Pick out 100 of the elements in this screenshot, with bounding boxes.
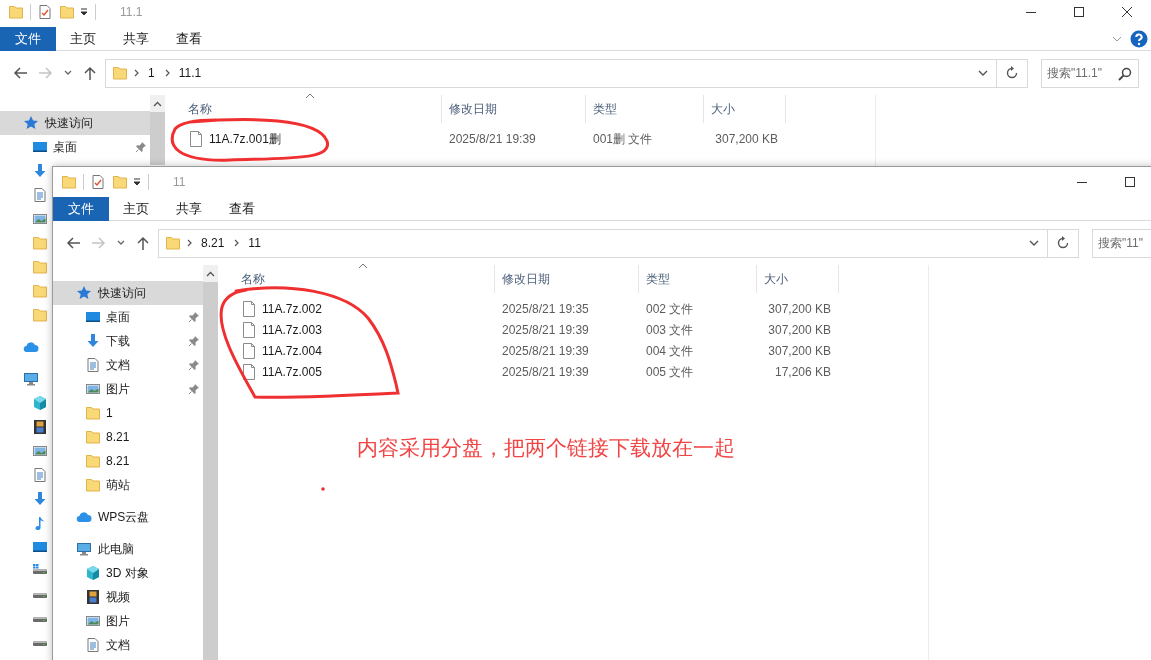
- sidebar-item[interactable]: 萌站: [53, 473, 130, 497]
- file-name[interactable]: 11A.7z.002: [262, 299, 322, 318]
- sidebar-item[interactable]: 文档: [53, 633, 130, 657]
- breadcrumb-item[interactable]: 11: [244, 234, 265, 252]
- film-icon: [32, 419, 48, 435]
- size-cell-text: 307,200 KB: [714, 130, 779, 148]
- file-icon: [242, 363, 256, 380]
- scrollbar[interactable]: [203, 265, 218, 660]
- folder-icon: [85, 453, 101, 469]
- address-bar[interactable]: 8.21 11: [158, 228, 1048, 258]
- sidebar-item[interactable]: 桌面: [0, 135, 150, 159]
- breadcrumb-separator-icon: [134, 69, 139, 77]
- column-header[interactable]: 大小: [704, 95, 786, 123]
- column-header[interactable]: 修改日期: [495, 265, 639, 293]
- ribbon-tab[interactable]: 文件: [53, 196, 109, 221]
- column-header[interactable]: 名称: [165, 95, 442, 123]
- search-field[interactable]: 搜索"11.1": [1041, 58, 1139, 88]
- folder-icon: [32, 283, 48, 299]
- sidebar-item[interactable]: 3D 对象: [53, 561, 149, 585]
- scroll-up-button[interactable]: [150, 95, 165, 112]
- refresh-button[interactable]: [1048, 228, 1079, 258]
- ribbon-tab[interactable]: 主页: [56, 26, 109, 51]
- customize-icon: [132, 177, 142, 187]
- sidebar-item[interactable]: 快速访问: [53, 281, 203, 305]
- type-cell-text: 001删 文件: [592, 130, 654, 148]
- file-name[interactable]: 11A.7z.003: [262, 320, 322, 339]
- folder-icon: [32, 259, 48, 275]
- file-name[interactable]: 11A.7z.005: [262, 362, 322, 381]
- sidebar-item[interactable]: 图片: [53, 609, 130, 633]
- sidebar-item[interactable]: 快速访问: [0, 111, 150, 135]
- sidebar-item[interactable]: 8.21: [53, 425, 130, 449]
- folder-icon: [59, 4, 75, 20]
- column-header[interactable]: 名称: [218, 265, 495, 293]
- cube-icon: [32, 395, 48, 411]
- star-icon: [76, 285, 92, 301]
- chevron-up-icon: [206, 270, 215, 277]
- column-header[interactable]: 类型: [639, 265, 757, 293]
- annotation-text: 内容采用分盘，把两个链接下载放在一起: [357, 435, 735, 461]
- refresh-icon: [1056, 236, 1070, 250]
- document-icon: [85, 357, 101, 373]
- folder-icon: [112, 174, 128, 190]
- cloud-icon: [23, 339, 39, 355]
- folder-icon: [61, 174, 77, 190]
- search-field[interactable]: 搜索"11": [1092, 228, 1151, 258]
- ribbon-tab[interactable]: 查看: [162, 26, 215, 51]
- breadcrumb-item[interactable]: 11.1: [174, 64, 206, 82]
- breadcrumb-separator-icon: [164, 69, 170, 77]
- properties-icon: [90, 174, 106, 190]
- date-cell-text: 2025/8/21 19:39: [501, 363, 590, 381]
- file-name[interactable]: 11A.7z.001删: [209, 129, 281, 148]
- ribbon-tab[interactable]: 共享: [162, 196, 215, 221]
- ribbon-tab[interactable]: 查看: [215, 196, 268, 221]
- date-cell-text: 2025/8/21 19:39: [501, 321, 590, 339]
- search-icon[interactable]: [1118, 66, 1132, 81]
- ribbon-tab[interactable]: 主页: [109, 196, 162, 221]
- ribbon-tab[interactable]: 文件: [0, 26, 56, 51]
- back-arrow-icon: [13, 66, 27, 80]
- file-icon: [242, 300, 256, 317]
- scrollbar[interactable]: [150, 95, 165, 165]
- sidebar-item[interactable]: WPS云盘: [53, 505, 150, 529]
- type-cell-text: 004 文件: [645, 342, 695, 360]
- forward-arrow-icon: [39, 66, 53, 80]
- chevron-up-icon: [153, 100, 162, 107]
- folder-icon: [32, 235, 48, 251]
- breadcrumb-separator-icon: [187, 239, 192, 247]
- sidebar-item[interactable]: 图片: [53, 377, 203, 401]
- up-arrow-icon: [136, 236, 150, 250]
- file-icon: [189, 130, 203, 147]
- column-header[interactable]: 类型: [586, 95, 704, 123]
- desktop-icon: [85, 309, 101, 325]
- help-icon: [1130, 29, 1148, 48]
- folder-icon: [32, 307, 48, 323]
- ribbon-tab[interactable]: 共享: [109, 26, 162, 51]
- file-name[interactable]: 11A.7z.004: [262, 341, 322, 360]
- file-icon: [242, 342, 256, 359]
- date-cell-text: 2025/8/21 19:39: [448, 130, 537, 148]
- refresh-button[interactable]: [997, 58, 1028, 88]
- address-bar[interactable]: 1 11.1: [105, 58, 997, 88]
- properties-icon: [37, 4, 53, 20]
- scroll-up-button[interactable]: [203, 265, 218, 282]
- film-icon: [85, 589, 101, 605]
- folder-icon: [85, 477, 101, 493]
- computer-icon: [23, 371, 39, 387]
- date-cell-text: 2025/8/21 19:35: [501, 300, 590, 318]
- maximize-icon: [1125, 177, 1135, 187]
- sidebar-item[interactable]: 文档: [53, 353, 203, 377]
- sidebar-item[interactable]: 此电脑: [53, 537, 134, 561]
- breadcrumb-item[interactable]: 8.21: [197, 234, 229, 252]
- sidebar-item[interactable]: 视频: [53, 585, 130, 609]
- type-cell-text: 005 文件: [645, 363, 695, 381]
- sidebar-item[interactable]: 下载: [53, 329, 203, 353]
- breadcrumb-item[interactable]: 1: [144, 64, 159, 82]
- sidebar-item[interactable]: 8.21: [53, 449, 130, 473]
- sidebar-item[interactable]: 桌面: [53, 305, 203, 329]
- forward-arrow-icon: [92, 236, 106, 250]
- folder-icon: [8, 4, 24, 20]
- column-header[interactable]: 修改日期: [442, 95, 586, 123]
- column-header[interactable]: 大小: [757, 265, 839, 293]
- sidebar-item[interactable]: 1: [53, 401, 113, 425]
- chevron-down-icon: [1029, 240, 1039, 246]
